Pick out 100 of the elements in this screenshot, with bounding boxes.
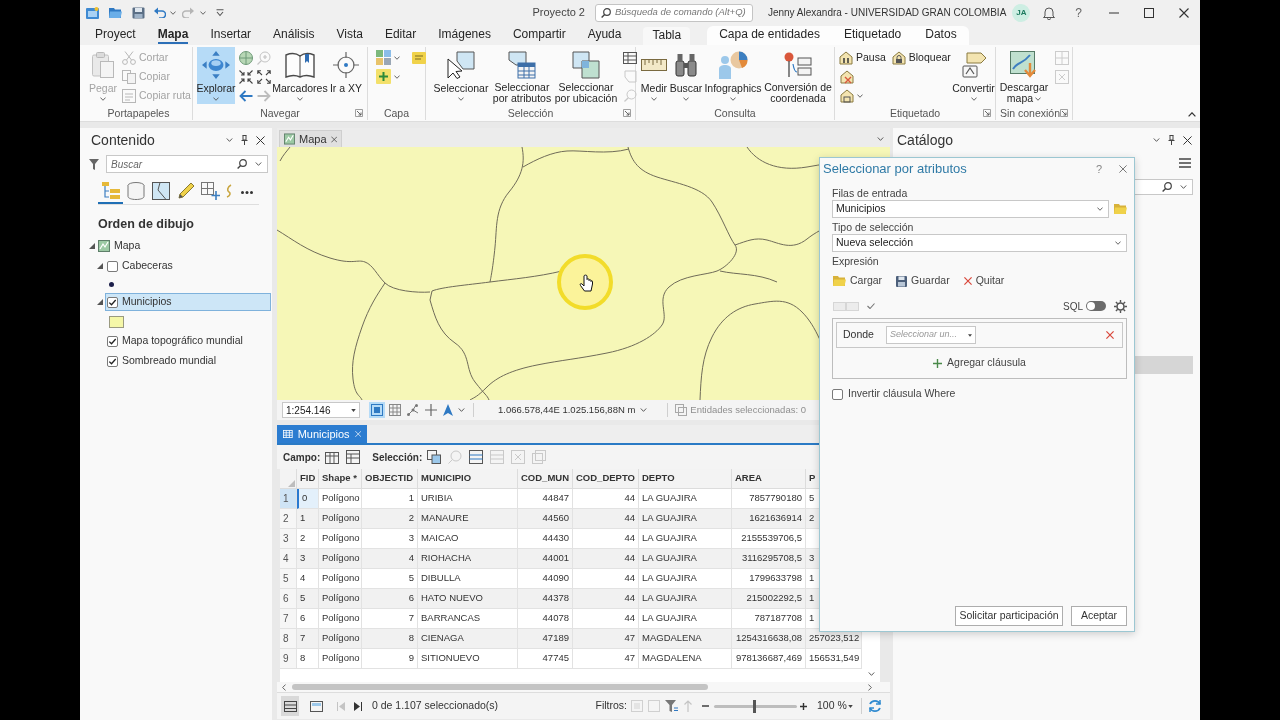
arrows-inward-icon[interactable] <box>239 69 253 84</box>
ribbon-button[interactable]: Explorar <box>197 47 235 104</box>
ribbon-tab[interactable]: Ayuda <box>576 25 633 45</box>
tiles-icon[interactable] <box>833 301 859 311</box>
ribbon-tab[interactable]: Etiquetado <box>831 26 914 45</box>
checkbox[interactable] <box>107 335 118 347</box>
menu-icon[interactable] <box>1179 158 1191 168</box>
plus-tile-icon[interactable] <box>376 69 391 84</box>
cross-icon[interactable] <box>425 404 437 416</box>
gear-icon[interactable] <box>1114 299 1127 313</box>
layer-item[interactable]: Sombreado mundial <box>105 352 271 370</box>
save-icon[interactable] <box>132 6 145 19</box>
expression-action-button[interactable]: Quitar <box>963 273 1005 289</box>
window-icon[interactable] <box>86 6 99 19</box>
column-header[interactable]: P <box>809 471 816 486</box>
close-icon[interactable] <box>1183 135 1192 145</box>
filter-icon[interactable] <box>665 699 678 713</box>
corner-arrow-icon[interactable] <box>623 109 631 117</box>
ribbon-tab[interactable]: Editar <box>373 25 428 45</box>
sql-toggle[interactable] <box>1086 301 1106 311</box>
row-header[interactable]: 1 <box>280 489 297 509</box>
house-cross-icon[interactable] <box>840 69 854 84</box>
bell-icon[interactable] <box>1043 5 1056 20</box>
zoom-dropdown[interactable]: 100 % <box>813 697 855 715</box>
plus-icon[interactable] <box>800 702 807 710</box>
chevron-up-icon[interactable] <box>1188 112 1196 117</box>
cross-icon[interactable] <box>1106 331 1114 339</box>
note-icon[interactable] <box>412 51 426 64</box>
ribbon-button[interactable]: Convertir <box>952 47 995 104</box>
ribbon-tab[interactable]: Tabla <box>643 27 691 45</box>
ribbon-button[interactable]: Buscar <box>669 47 703 104</box>
add-clause-button[interactable]: Agregar cláusula <box>933 355 1026 371</box>
search-icon[interactable] <box>237 159 247 169</box>
ribbon-tab[interactable]: Capa de entidades <box>707 26 832 45</box>
close-icon[interactable] <box>256 135 265 145</box>
checkbox[interactable] <box>107 260 118 272</box>
minimize-icon[interactable] <box>1109 11 1119 14</box>
ribbon-tab[interactable]: Insertar <box>199 25 263 45</box>
ribbon-button[interactable]: Seleccionar por ubicación <box>554 47 618 104</box>
field-dropdown[interactable]: Seleccionar un... <box>885 326 976 344</box>
rows-icon[interactable] <box>283 700 297 712</box>
chevron-right-icon[interactable] <box>868 683 872 691</box>
ribbon-button[interactable]: Seleccionar por atributos <box>492 47 552 104</box>
scrollbar-thumb[interactable] <box>292 684 708 690</box>
ribbon-tab[interactable]: Vista <box>325 25 374 45</box>
search-icon[interactable] <box>1162 182 1172 192</box>
more-icon[interactable] <box>241 190 253 194</box>
chevron-left-icon[interactable] <box>282 683 286 691</box>
layer-item[interactable]: Cabeceras <box>105 257 271 275</box>
filter-icon[interactable] <box>89 158 99 170</box>
row-header[interactable]: 8 <box>280 629 297 649</box>
view-tab[interactable] <box>98 180 123 204</box>
ribbon-button[interactable]: Bloquear <box>890 48 952 67</box>
checkbox[interactable] <box>107 296 118 308</box>
check-icon[interactable] <box>867 303 875 309</box>
ribbon-button[interactable]: Seleccionar <box>432 47 490 104</box>
pin-icon[interactable] <box>1168 135 1175 145</box>
grid-icon[interactable] <box>389 404 401 416</box>
expand-triangle-icon[interactable] <box>97 299 103 305</box>
ribbon-tab[interactable]: Imágenes <box>427 25 502 45</box>
user-avatar[interactable]: JA <box>1012 3 1031 22</box>
table-columns-icon[interactable] <box>325 450 340 464</box>
table-tab[interactable]: Municipios <box>277 425 367 443</box>
arrows-outward-icon[interactable] <box>257 69 271 84</box>
ribbon-button[interactable]: Infographics <box>703 47 763 104</box>
row-header[interactable]: 7 <box>280 609 297 629</box>
map-item[interactable]: Mapa <box>97 237 146 255</box>
form-icon[interactable] <box>310 700 323 712</box>
folder-icon[interactable] <box>109 7 122 18</box>
undo-icon[interactable] <box>154 7 166 18</box>
overlapping-squares-icon[interactable] <box>427 450 442 464</box>
row-header[interactable]: 4 <box>280 549 297 569</box>
house-icon[interactable] <box>840 88 854 103</box>
field-dropdown-input[interactable]: Seleccionar un... <box>889 328 966 342</box>
expression-action-button[interactable]: Cargar <box>833 273 883 289</box>
skip-forward-icon[interactable] <box>354 701 362 711</box>
dialog-button[interactable]: Solicitar participación <box>955 606 1063 626</box>
expand-triangle-icon[interactable] <box>89 243 95 249</box>
maximize-icon[interactable] <box>1144 7 1154 18</box>
search-field[interactable]: Buscar <box>106 155 268 173</box>
layer-item[interactable]: Municipios <box>105 293 271 311</box>
ribbon-tab[interactable]: Mapa <box>146 25 200 45</box>
ribbon-button[interactable]: Pausa <box>838 48 887 67</box>
help-button[interactable]: ? <box>1075 5 1082 20</box>
ribbon-button[interactable]: Marcadores <box>272 47 328 104</box>
table-icon[interactable] <box>346 450 361 464</box>
striped-rows-icon[interactable] <box>469 450 484 464</box>
layer-item[interactable]: Mapa topográfico mundial <box>105 332 271 350</box>
dialog-button[interactable]: Aceptar <box>1071 606 1127 626</box>
row-header[interactable]: 9 <box>280 649 297 669</box>
ribbon-button[interactable]: Medir <box>639 47 669 104</box>
ribbon-button[interactable]: Ir a XY <box>328 47 364 104</box>
corner-arrow-icon[interactable] <box>1060 109 1068 117</box>
table-icon[interactable] <box>623 51 637 64</box>
checkbox[interactable] <box>832 388 843 400</box>
ribbon-tab[interactable]: Compartir <box>501 25 577 45</box>
corner-arrow-icon[interactable] <box>983 109 991 117</box>
refresh-icon[interactable] <box>868 699 882 713</box>
row-header[interactable]: 2 <box>280 509 297 529</box>
command-search-field[interactable]: Búsqueda de comando (Alt+Q) <box>595 3 753 22</box>
